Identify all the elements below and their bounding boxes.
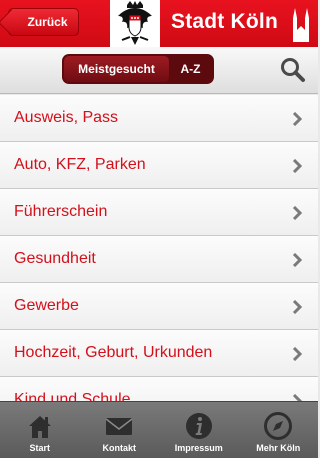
chevron-right-icon xyxy=(292,206,302,220)
filter-bar: Meistgesucht A-Z xyxy=(0,47,318,94)
list-item-label: Gesundheit xyxy=(14,250,96,267)
tab-impressum[interactable]: Impressum xyxy=(159,402,239,458)
list-item-label: Auto, KFZ, Parken xyxy=(14,156,146,173)
segment-a-z[interactable]: A-Z xyxy=(169,56,212,82)
list-item[interactable]: Führerschein xyxy=(0,189,318,236)
home-icon xyxy=(28,416,51,438)
chevron-right-icon xyxy=(292,347,302,361)
tab-label: Start xyxy=(29,443,50,453)
list-item[interactable]: Ausweis, Pass xyxy=(0,95,318,142)
brand-title: Stadt Köln xyxy=(171,10,278,33)
list-item-label: Ausweis, Pass xyxy=(14,109,119,126)
mail-icon xyxy=(105,418,133,435)
list-item[interactable]: Gewerbe xyxy=(0,283,318,330)
list-item[interactable]: Gesundheit xyxy=(0,236,318,283)
info-icon xyxy=(185,413,212,439)
search-icon[interactable] xyxy=(280,57,306,83)
chevron-right-icon xyxy=(292,159,302,173)
list-item[interactable]: Kind und Schule xyxy=(0,377,318,401)
list-item-label: Gewerbe xyxy=(14,297,79,314)
list-item[interactable]: Hochzeit, Geburt, Urkunden xyxy=(0,330,318,377)
tab-bar: Start Kontakt Impressum Mehr Köln xyxy=(0,401,318,458)
tab-label: Impressum xyxy=(174,443,223,453)
tab-start[interactable]: Start xyxy=(0,402,80,458)
segment-meistgesucht[interactable]: Meistgesucht xyxy=(64,56,169,82)
chevron-right-icon xyxy=(292,300,302,314)
tab-kontakt[interactable]: Kontakt xyxy=(80,402,160,458)
chevron-right-icon xyxy=(292,253,302,267)
city-crest-logo xyxy=(110,0,160,47)
list-item[interactable]: Auto, KFZ, Parken xyxy=(0,142,318,189)
back-button-label: Zurück xyxy=(27,15,68,29)
segmented-control: Meistgesucht A-Z xyxy=(62,54,214,84)
cathedral-icon xyxy=(293,8,309,42)
list-item-label: Kind und Schule xyxy=(14,391,131,401)
tab-label: Kontakt xyxy=(102,443,137,453)
compass-icon xyxy=(264,412,293,440)
chevron-right-icon xyxy=(292,112,302,126)
tab-mehr-koeln[interactable]: Mehr Köln xyxy=(239,402,319,458)
back-button[interactable]: Zurück xyxy=(8,8,79,36)
chevron-right-icon xyxy=(292,394,302,401)
top-bar: Zurück Stadt Köln xyxy=(0,0,318,47)
list-item-label: Führerschein xyxy=(14,203,108,220)
topic-list: Ausweis, Pass Auto, KFZ, Parken Führersc… xyxy=(0,95,318,401)
tab-label: Mehr Köln xyxy=(256,443,301,453)
list-item-label: Hochzeit, Geburt, Urkunden xyxy=(14,344,213,361)
